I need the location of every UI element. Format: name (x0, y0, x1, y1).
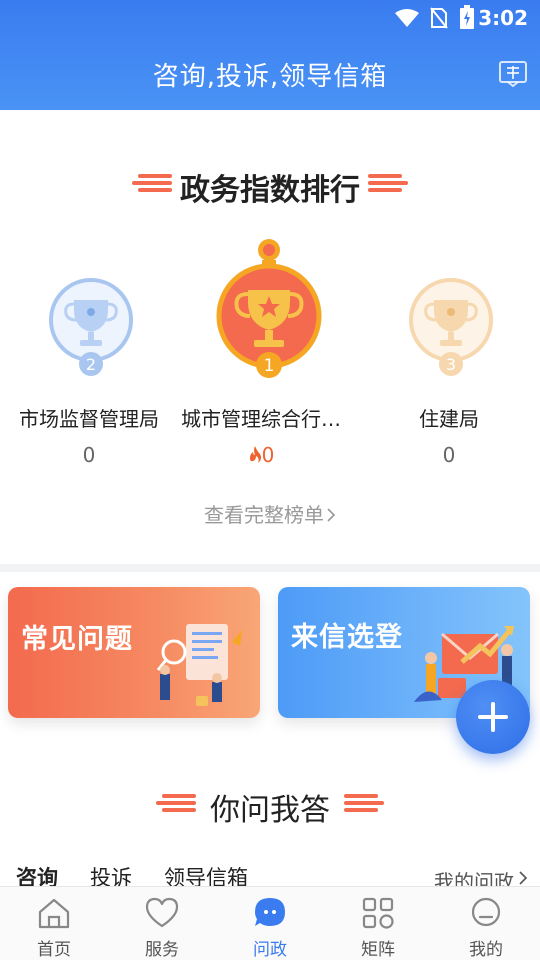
nav-label: 服务 (145, 940, 179, 960)
rank-name: 市场监督管理局 (19, 407, 159, 431)
grid-icon (362, 897, 394, 929)
silver-trophy-badge: 2 (49, 278, 133, 376)
nav-item-matrix[interactable]: 矩阵 (324, 887, 432, 960)
flame-icon (249, 446, 261, 463)
faq-illustration-icon (156, 624, 242, 706)
wifi-icon (395, 9, 419, 27)
page: 3:02 咨询,投诉,领导信箱 政务指数排行 2 1 3 市场监督管理局 0 城… (0, 0, 540, 960)
nav-item-mine[interactable]: 我的 (432, 887, 540, 960)
status-bar: 3:02 (0, 0, 540, 36)
heart-icon (145, 897, 179, 928)
bottom-nav: 首页 服务 问政 矩阵 我的 (0, 886, 540, 960)
rank-1-number: 1 (264, 356, 275, 376)
plus-icon (478, 702, 508, 732)
nav-label: 矩阵 (361, 940, 395, 960)
book-icon[interactable] (498, 58, 528, 88)
rank-item-2[interactable]: 市场监督管理局 0 (4, 403, 174, 467)
add-button[interactable] (456, 680, 530, 754)
nav-item-service[interactable]: 服务 (108, 887, 216, 960)
view-full-ranking-link[interactable]: 查看完整榜单 (0, 499, 540, 528)
home-icon (38, 898, 70, 929)
rank-value: 0 (82, 443, 96, 467)
section-divider (0, 564, 540, 572)
profile-icon (471, 897, 501, 927)
qa-title: 你问我答 (210, 793, 330, 828)
ranking-title: 政务指数排行 (180, 173, 360, 208)
page-title: 咨询,投诉,领导信箱 (152, 62, 388, 92)
gold-trophy-badge: 1 (216, 239, 322, 378)
faq-card[interactable]: 常见问题 (8, 587, 260, 718)
rank-item-1[interactable]: 城市管理综合行… 0 (176, 403, 346, 467)
rank-value-number: 0 (261, 443, 275, 467)
nav-item-inquiry[interactable]: 问政 (216, 887, 324, 960)
title-decoration-right (344, 794, 384, 812)
rank-3-number: 3 (446, 355, 456, 374)
letters-card-title: 来信选登 (291, 622, 403, 653)
rank-value: 0 (442, 443, 456, 467)
chevron-right-icon (519, 871, 528, 885)
rank-name: 城市管理综合行… (181, 407, 341, 431)
faq-card-title: 常见问题 (21, 624, 133, 655)
rank-value: 0 (176, 443, 346, 467)
rank-2-number: 2 (86, 355, 96, 374)
no-sim-icon (430, 7, 448, 29)
rank-name: 住建局 (419, 407, 479, 431)
chat-icon (255, 898, 285, 926)
nav-item-home[interactable]: 首页 (0, 887, 108, 960)
rank-item-3[interactable]: 住建局 0 (364, 403, 534, 467)
nav-label: 首页 (37, 940, 71, 960)
nav-label: 我的 (469, 940, 503, 960)
status-time: 3:02 (478, 6, 528, 30)
header: 3:02 咨询,投诉,领导信箱 (0, 0, 540, 110)
title-decoration-right (368, 174, 408, 192)
view-all-label: 查看完整榜单 (204, 503, 324, 527)
nav-label: 问政 (253, 940, 287, 960)
battery-icon (460, 5, 474, 29)
chevron-right-icon (327, 508, 336, 522)
bronze-trophy-badge: 3 (409, 278, 493, 376)
